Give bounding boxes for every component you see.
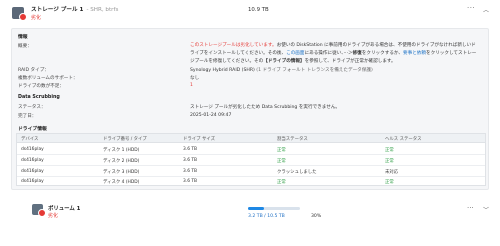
pool-size: 10.9 TB	[248, 7, 269, 13]
row-slot: ディスク 1 (HDD)	[103, 148, 140, 153]
row-divider	[17, 176, 485, 177]
row-device: ds416play	[21, 179, 44, 184]
row-alloc-status: 正常	[277, 180, 286, 185]
volume-more-options-button[interactable]: ···	[467, 204, 474, 212]
row-device: ds416play	[21, 147, 44, 152]
column-header-device[interactable]: デバイス	[21, 136, 38, 142]
summary-label: 概要：	[18, 44, 32, 49]
row-health-status: 未対応	[385, 170, 399, 175]
column-header-alloc[interactable]: 割当ステータス	[277, 136, 308, 142]
volume-usage-percent: 30%	[311, 214, 322, 219]
row-size: 3.6 TB	[183, 169, 198, 174]
pool-title: ストレージ プール 1- SHR, btrfs	[31, 7, 119, 13]
storage-pool-icon	[12, 7, 27, 21]
row-slot: ディスク 3 (HDD)	[103, 170, 140, 175]
scrubbing-status-value: ストレージ プールが劣化したため Data Scrubbing を実行できません…	[190, 105, 341, 110]
row-health-status: 正常	[385, 159, 394, 164]
volume-usage-fill	[248, 207, 264, 210]
scrubbing-section-title: Data Scrubbing	[18, 95, 60, 100]
row-device: ds416play	[21, 169, 44, 174]
row-size: 3.6 TB	[183, 158, 198, 163]
support-link[interactable]: 要事と依頼	[403, 51, 426, 56]
pool-details-panel: 情報 概要： このストレージプールは劣化しています。お使いの DiskStati…	[11, 28, 489, 190]
missing-drives-value: 1	[190, 83, 193, 88]
drive-info-section-title: ドライブ情報	[18, 127, 47, 132]
multi-volume-label: 複数ボリュームのサポート：	[18, 76, 78, 81]
storage-pool-header[interactable]: ストレージ プール 1- SHR, btrfs 劣化 10.9 TB ··· ︿	[0, 0, 500, 26]
volume-row[interactable]: ボリューム 1 劣化 3.2 TB / 10.5 TB 30% ··· ﹀	[0, 199, 500, 223]
row-device: ds416play	[21, 158, 44, 163]
volume-status: 劣化	[48, 213, 59, 219]
row-size: 3.6 TB	[183, 147, 198, 152]
drive-table-header: デバイス ドライブ番号 / タイプ ドライブ サイズ 割当ステータス ヘルス ス…	[17, 134, 485, 143]
volume-title: ボリューム 1	[48, 206, 81, 212]
volume-icon	[32, 204, 46, 217]
summary-text: このストレージプールは劣化しています。お使いの DiskStation に事前用…	[190, 43, 477, 64]
pool-subtitle: - SHR, btrfs	[86, 7, 119, 13]
collapse-chevron-icon[interactable]: ︿	[483, 5, 489, 14]
raid-type-label: RAID タイプ：	[18, 68, 49, 73]
row-divider	[17, 165, 485, 166]
info-section-title: 情報	[18, 35, 28, 40]
multi-volume-value: なし	[190, 76, 200, 81]
column-header-slot[interactable]: ドライブ番号 / タイプ	[103, 136, 147, 142]
pool-status: 劣化	[31, 15, 42, 21]
scrubbing-date-label: 完了日：	[18, 114, 37, 119]
raid-type-value: Synology Hybrid RAID (SHR) (1 ドライブ フォールト…	[190, 68, 373, 73]
column-header-health[interactable]: ヘルス ステータス	[385, 136, 422, 142]
row-divider	[17, 154, 485, 155]
row-health-status: 正常	[385, 180, 394, 185]
row-size: 3.6 TB	[183, 179, 198, 184]
volume-usage-bar	[248, 207, 300, 210]
scrubbing-date-value: 2025-01-24 09:47	[190, 113, 232, 118]
row-health-status: 正常	[385, 148, 394, 153]
drive-table: デバイス ドライブ番号 / タイプ ドライブ サイズ 割当ステータス ヘルス ス…	[16, 133, 486, 186]
row-slot: ディスク 4 (HDD)	[103, 180, 140, 185]
column-header-size[interactable]: ドライブ サイズ	[183, 136, 215, 142]
scrubbing-status-label: ステータス：	[18, 105, 46, 110]
row-slot: ディスク 2 (HDD)	[103, 159, 140, 164]
expand-chevron-icon[interactable]: ﹀	[483, 205, 489, 214]
row-alloc-status: クラッシュしました	[277, 170, 317, 175]
missing-drives-label: ドライブの数が不足：	[18, 84, 64, 89]
row-alloc-status: 正常	[277, 159, 286, 164]
this-screen-link[interactable]: この画面	[286, 51, 304, 56]
row-alloc-status: 正常	[277, 148, 286, 153]
volume-usage-text: 3.2 TB / 10.5 TB	[248, 214, 285, 219]
more-options-button[interactable]: ···	[467, 4, 475, 12]
